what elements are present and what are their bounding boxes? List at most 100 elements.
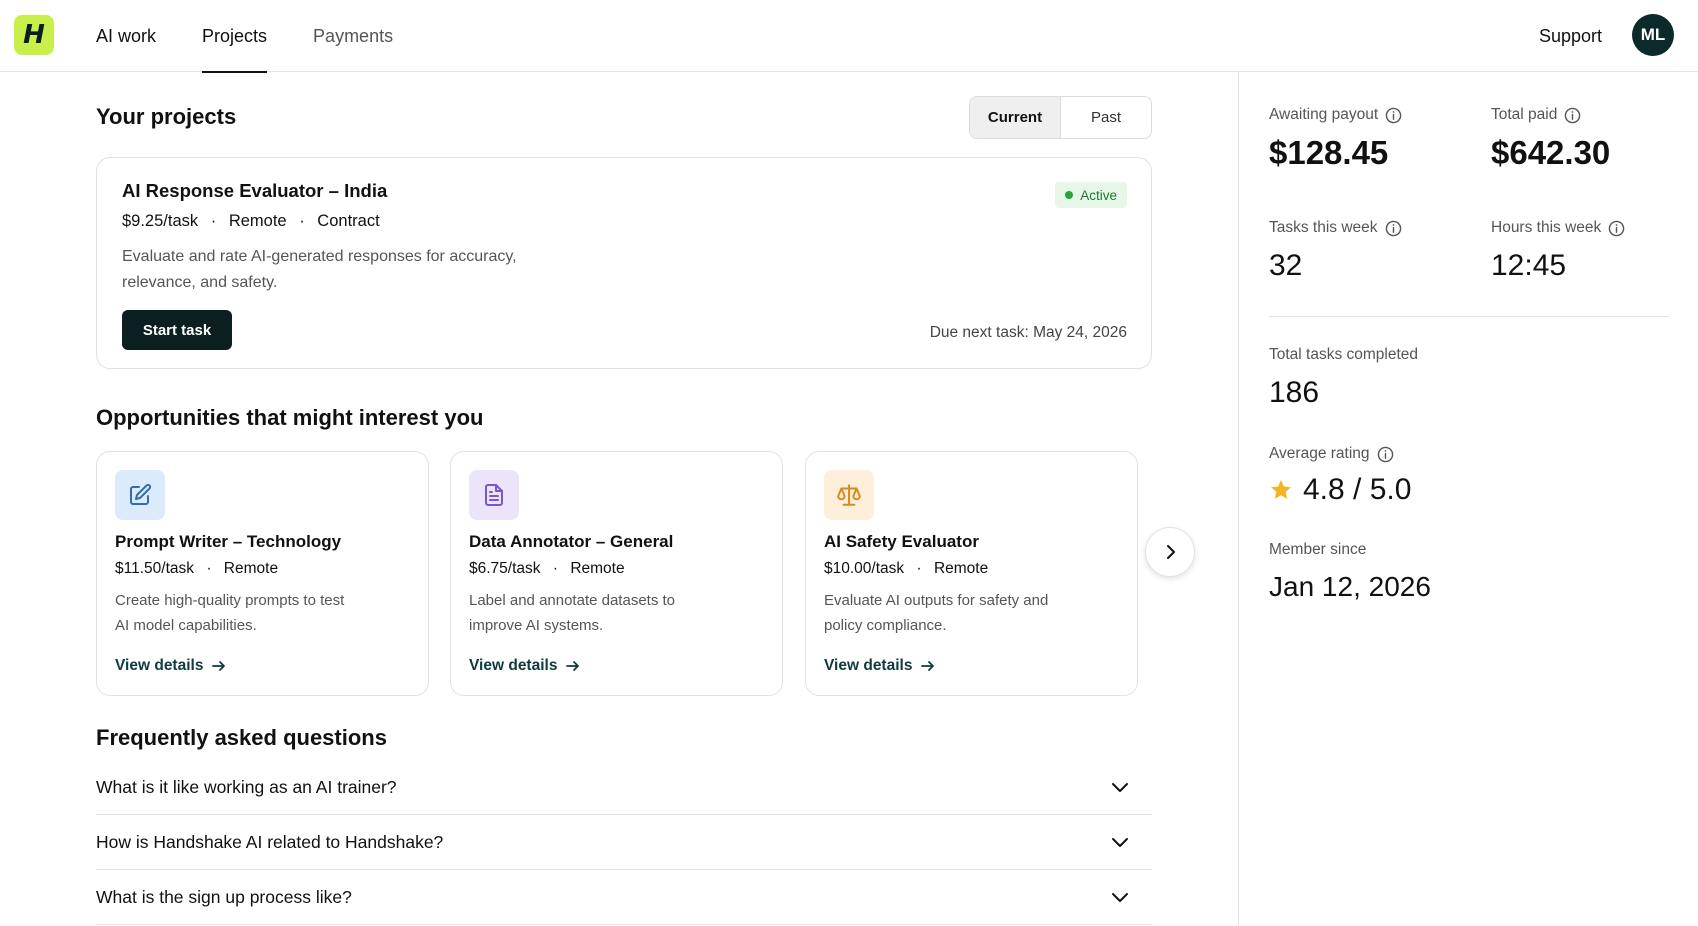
arrow-right-icon <box>566 661 580 671</box>
stat-total-completed: Total tasks completed 186 <box>1269 346 1418 410</box>
faq-question: How is Handshake AI related to Handshake… <box>96 831 444 852</box>
view-details-link[interactable]: View details <box>824 657 936 675</box>
stat-label: Total paid <box>1491 106 1610 124</box>
chevron-right-icon <box>1167 545 1175 559</box>
opportunity-location: Remote <box>223 560 279 577</box>
top-bar: H AI work Projects Payments Support ML <box>0 0 1698 73</box>
faq-item[interactable]: What is the sign up process like? <box>96 870 1152 925</box>
opportunity-name: Data Annotator – General <box>469 532 674 551</box>
opportunity-name: Prompt Writer – Technology <box>115 532 342 551</box>
opportunity-card[interactable]: Prompt Writer – Technology $11.50/task ·… <box>96 451 429 696</box>
total-paid-value: $642.30 <box>1491 134 1611 171</box>
tasks-week-label: Tasks this week <box>1269 219 1378 236</box>
opportunity-meta: $10.00/task · Remote <box>824 560 988 578</box>
view-details-label: View details <box>115 657 204 674</box>
meta-separator: · <box>206 560 212 577</box>
opportunity-card[interactable]: AI Safety Evaluator $10.00/task · Remote… <box>805 451 1138 696</box>
opportunity-location: Remote <box>933 560 989 577</box>
start-task-button[interactable]: Start task <box>122 310 232 350</box>
hours-week-label: Hours this week <box>1491 219 1602 236</box>
chevron-down-icon <box>1110 887 1130 907</box>
opportunity-description: Evaluate AI outputs for safety and polic… <box>824 592 1049 634</box>
opportunities-title: Opportunities that might interest you <box>96 405 484 430</box>
member-since-value: Jan 12, 2026 <box>1269 571 1431 602</box>
faq-title: Frequently asked questions <box>96 725 387 750</box>
awaiting-payout-label: Awaiting payout <box>1269 106 1379 123</box>
edit-icon <box>115 470 165 520</box>
stats-divider <box>1269 316 1669 317</box>
your-projects-title: Your projects <box>96 104 237 129</box>
total-completed-value: 186 <box>1269 376 1320 409</box>
project-type: Contract <box>317 212 380 230</box>
stat-label: Tasks this week <box>1269 219 1402 237</box>
project-rate: $9.25/task <box>122 212 199 230</box>
awaiting-payout-value: $128.45 <box>1269 134 1389 171</box>
view-details-link[interactable]: View details <box>469 657 581 675</box>
stats-panel: Awaiting payout $128.45 Total paid $642.… <box>1238 72 1698 926</box>
active-dot-icon <box>1065 191 1074 199</box>
star-icon <box>1271 480 1291 499</box>
total-completed-label: Total tasks completed <box>1269 346 1419 363</box>
faq-question: What is the sign up process like? <box>96 886 352 907</box>
arrow-right-icon <box>212 661 226 671</box>
stat-tasks-week: Tasks this week 32 <box>1269 219 1402 283</box>
opportunity-name: AI Safety Evaluator <box>824 532 979 551</box>
opportunity-description: Create high-quality prompts to test AI m… <box>115 592 345 634</box>
nav-payments[interactable]: Payments <box>313 0 393 72</box>
opportunity-location: Remote <box>570 560 625 577</box>
due-next-task: Due next task: May 24, 2026 <box>929 324 1127 341</box>
faq-question: What is it like working as an AI trainer… <box>96 776 397 797</box>
scales-icon <box>824 470 874 520</box>
opportunity-rate: $10.00/task <box>824 560 905 577</box>
rating-value: 4.8 / 5.0 <box>1303 473 1412 506</box>
stat-label: Hours this week <box>1491 219 1625 237</box>
stat-awaiting-payout: Awaiting payout $128.45 <box>1269 106 1402 172</box>
main-nav: AI work Projects Payments <box>96 0 439 73</box>
info-icon[interactable] <box>1608 220 1625 237</box>
view-details-link[interactable]: View details <box>115 657 227 675</box>
info-icon[interactable] <box>1564 107 1581 124</box>
status-text: Active <box>1080 187 1117 203</box>
opportunity-description: Label and annotate datasets to improve A… <box>469 592 676 634</box>
nav-projects[interactable]: Projects <box>202 0 268 73</box>
view-details-label: View details <box>469 657 558 674</box>
faq-item[interactable]: What is it like working as an AI trainer… <box>96 760 1152 815</box>
document-icon <box>469 470 519 520</box>
stat-label: Average rating <box>1269 445 1411 463</box>
meta-separator: · <box>299 212 305 230</box>
project-description: Evaluate and rate AI-generated responses… <box>122 248 517 291</box>
hours-week-value: 12:45 <box>1491 249 1567 282</box>
project-meta: $9.25/task · Remote · Contract <box>122 212 380 231</box>
project-title: AI Response Evaluator – India <box>122 180 388 201</box>
user-avatar[interactable]: ML <box>1632 14 1674 56</box>
opportunity-rate: $6.75/task <box>469 560 541 577</box>
tab-past[interactable]: Past <box>1061 97 1151 138</box>
project-location: Remote <box>228 212 287 230</box>
info-icon[interactable] <box>1385 220 1402 237</box>
rating-row: 4.8 / 5.0 <box>1269 473 1411 507</box>
stat-total-paid: Total paid $642.30 <box>1491 106 1610 172</box>
arrow-right-icon <box>921 661 935 671</box>
opportunity-rate: $11.50/task <box>115 560 194 577</box>
info-icon[interactable] <box>1377 446 1394 463</box>
opportunity-card[interactable]: Data Annotator – General $6.75/task · Re… <box>450 451 783 696</box>
nav-ai-work[interactable]: AI work <box>96 0 156 72</box>
info-icon[interactable] <box>1385 107 1402 124</box>
support-link[interactable]: Support <box>1539 0 1602 72</box>
stat-label: Awaiting payout <box>1269 106 1402 124</box>
member-since-label: Member since <box>1269 541 1367 558</box>
view-details-label: View details <box>824 657 913 674</box>
stat-hours-week: Hours this week 12:45 <box>1491 219 1625 283</box>
total-paid-label: Total paid <box>1491 106 1558 123</box>
rating-label: Average rating <box>1269 445 1370 462</box>
meta-separator: · <box>552 560 559 577</box>
faq-item[interactable]: How is Handshake AI related to Handshake… <box>96 815 1152 870</box>
logo-letter: H <box>23 20 45 50</box>
projects-tab-switch: Current Past <box>969 96 1152 139</box>
tab-current[interactable]: Current <box>970 97 1061 138</box>
carousel-next-button[interactable] <box>1145 527 1195 577</box>
tasks-week-value: 32 <box>1269 249 1303 282</box>
stat-member-since: Member since Jan 12, 2026 <box>1269 541 1431 603</box>
chevron-down-icon <box>1110 832 1130 852</box>
handshake-logo[interactable]: H <box>14 15 54 55</box>
